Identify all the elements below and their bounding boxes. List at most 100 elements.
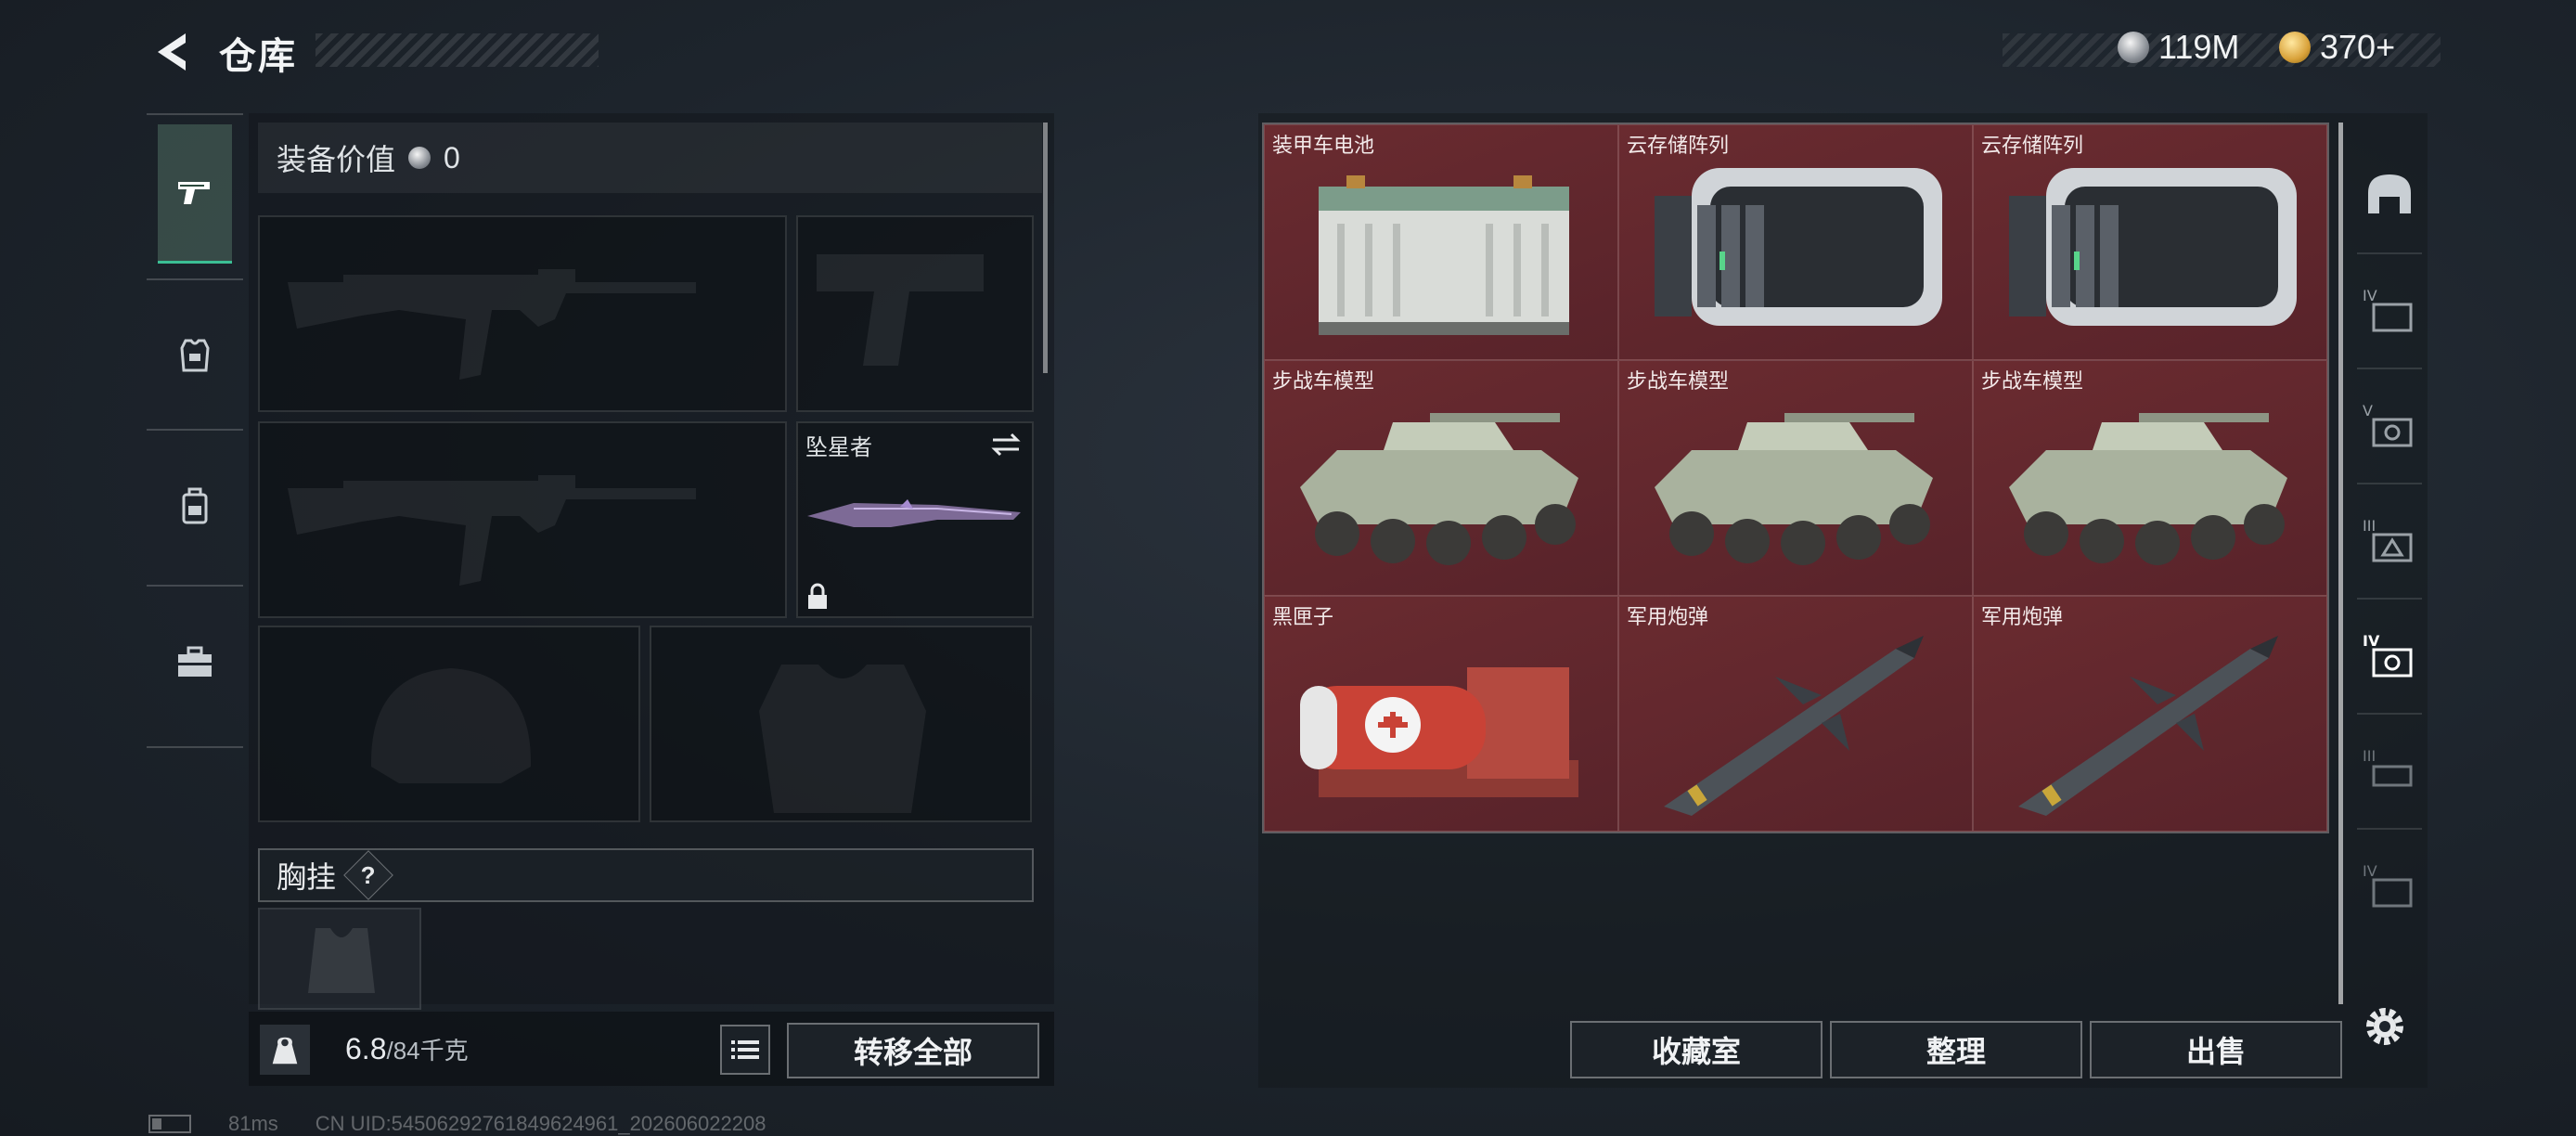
stash-tab-case-3[interactable]: III xyxy=(2348,490,2431,592)
status-footer: 81ms CN UID:5450629276184962496​1_202606… xyxy=(148,1112,766,1136)
tier-4-small-case-icon: IV xyxy=(2363,862,2413,908)
gear-icon xyxy=(2366,1008,2403,1045)
settings-button[interactable] xyxy=(2359,1000,2411,1052)
equipment-value-bar: 装备价值 0 xyxy=(258,123,1042,193)
svg-text:III: III xyxy=(2363,517,2376,535)
list-icon xyxy=(731,1040,759,1059)
transfer-all-button[interactable]: 转移全部 xyxy=(787,1023,1039,1078)
cloud-storage-array-icon xyxy=(1655,168,1942,326)
helmet-slot[interactable] xyxy=(258,626,640,822)
military-shell-icon xyxy=(1664,636,1924,816)
item-ifv-model[interactable]: 步战车模型 xyxy=(1264,360,1618,596)
item-military-shell[interactable]: 军用炮弹 xyxy=(1618,596,1973,832)
tier-4-selected-case-icon: IV xyxy=(2363,632,2413,678)
svg-text:III: III xyxy=(2363,747,2376,765)
rail-divider xyxy=(2357,483,2422,484)
chest-rig-label: 胸挂 xyxy=(277,860,337,894)
rail-divider xyxy=(147,585,243,587)
knife-icon xyxy=(807,499,1021,527)
body-armor-slot[interactable] xyxy=(650,626,1032,822)
collection-room-button[interactable]: 收藏室 xyxy=(1570,1021,1823,1078)
page-title: 仓库 xyxy=(219,36,297,77)
rifle-silhouette-icon xyxy=(288,475,696,586)
tab-armor[interactable] xyxy=(158,286,232,425)
back-arrow-icon xyxy=(158,33,186,71)
item-ifv-model[interactable]: 步战车模型 xyxy=(1618,360,1973,596)
tier-4-case-icon: IV xyxy=(2363,287,2413,332)
stash-tab-case-4-selected[interactable]: IV xyxy=(2348,605,2431,707)
item-black-box[interactable]: 黑匣子 xyxy=(1264,596,1618,832)
stash-tab-all[interactable] xyxy=(2348,145,2431,247)
tier-5-case-icon: V xyxy=(2363,402,2413,447)
armored-vehicle-battery-icon xyxy=(1319,175,1569,335)
armor-icon xyxy=(180,339,210,372)
tab-backpack[interactable] xyxy=(158,436,232,575)
sell-button[interactable]: 出售 xyxy=(2090,1021,2342,1078)
uid-readout: CN UID:5450629276184962496​1_20260602220… xyxy=(315,1112,766,1135)
tier-3-case-icon: III xyxy=(2363,517,2413,562)
rail-divider xyxy=(2357,598,2422,600)
stash-tab-case-5[interactable]: V xyxy=(2348,375,2431,477)
item-cloud-storage-array[interactable]: 云存储阵列 xyxy=(1618,124,1973,360)
back-button[interactable] xyxy=(148,28,197,76)
item-name: 步战车模型 xyxy=(1627,369,1730,393)
tab-case[interactable] xyxy=(158,592,232,731)
stash-tab-case-4[interactable]: IV xyxy=(2348,260,2431,362)
secondary-rifle-slot[interactable] xyxy=(258,421,787,618)
category-rail xyxy=(147,113,243,754)
stash-tab-case-4-small[interactable]: IV xyxy=(2348,835,2431,937)
vest-silhouette-icon xyxy=(759,665,926,813)
help-icon: ? xyxy=(361,860,376,889)
chest-rig-silhouette-icon xyxy=(308,928,375,993)
item-name: 军用炮弹 xyxy=(1981,605,2064,628)
weight-readout: 6.8/84千克 xyxy=(345,1032,469,1066)
currency-gold[interactable]: 370+ xyxy=(2279,28,2395,67)
kettlebell-icon xyxy=(272,1037,298,1065)
item-cloud-storage-array[interactable]: 云存储阵列 xyxy=(1973,124,2327,360)
battery-icon xyxy=(148,1115,191,1133)
weight-current: 6.8 xyxy=(345,1032,387,1065)
lock-icon xyxy=(808,583,827,609)
chest-rig-slot[interactable] xyxy=(258,908,421,1010)
rail-divider xyxy=(147,278,243,280)
equipment-value-label: 装备价值 xyxy=(277,143,396,176)
chest-rig-header: 胸挂 ? xyxy=(258,848,1034,902)
melee-slot[interactable]: 坠星者 xyxy=(796,421,1034,618)
rail-divider xyxy=(2357,713,2422,715)
weight-max: /84千克 xyxy=(386,1037,469,1065)
title-stripe-decoration xyxy=(316,33,599,67)
military-shell-icon xyxy=(2018,636,2278,816)
rifle-silhouette-icon xyxy=(288,269,696,380)
rail-divider xyxy=(147,429,243,431)
help-button[interactable]: ? xyxy=(343,850,393,900)
rail-divider xyxy=(147,746,243,748)
item-armored-vehicle-battery[interactable]: 装甲车电池 xyxy=(1264,124,1618,360)
primary-weapon-slot[interactable] xyxy=(258,215,787,412)
item-name: 军用炮弹 xyxy=(1627,605,1709,628)
pistol-silhouette-icon xyxy=(817,254,984,366)
stash-tab-case-3-small[interactable]: III xyxy=(2348,720,2431,822)
tier-3-small-case-icon: III xyxy=(2363,747,2413,787)
gold-coin-icon xyxy=(2279,32,2311,63)
item-name: 云存储阵列 xyxy=(1627,134,1730,157)
secondary-weapon-slot[interactable] xyxy=(796,215,1034,412)
ifv-model-icon xyxy=(1300,413,1578,565)
svg-text:IV: IV xyxy=(2363,862,2377,880)
ifv-model-icon xyxy=(1655,413,1933,565)
rail-divider xyxy=(147,113,243,115)
rail-divider xyxy=(2357,252,2422,254)
cloud-storage-array-icon xyxy=(2009,168,2297,326)
loadout-scrollbar[interactable] xyxy=(1043,123,1048,373)
item-name: 装甲车电池 xyxy=(1272,134,1375,157)
rail-divider xyxy=(2357,368,2422,369)
tab-weapons[interactable] xyxy=(158,124,232,264)
currency-gold-value: 370+ xyxy=(2320,28,2396,66)
item-military-shell[interactable]: 军用炮弹 xyxy=(1973,596,2327,832)
item-name: 黑匣子 xyxy=(1272,605,1334,628)
currency-silver-value: 119M xyxy=(2158,28,2240,66)
list-view-button[interactable] xyxy=(720,1025,770,1075)
pistol-icon xyxy=(178,181,210,204)
item-ifv-model[interactable]: 步战车模型 xyxy=(1973,360,2327,596)
sort-button[interactable]: 整理 xyxy=(1830,1021,2082,1078)
stash-scrollbar[interactable] xyxy=(2338,123,2343,1004)
